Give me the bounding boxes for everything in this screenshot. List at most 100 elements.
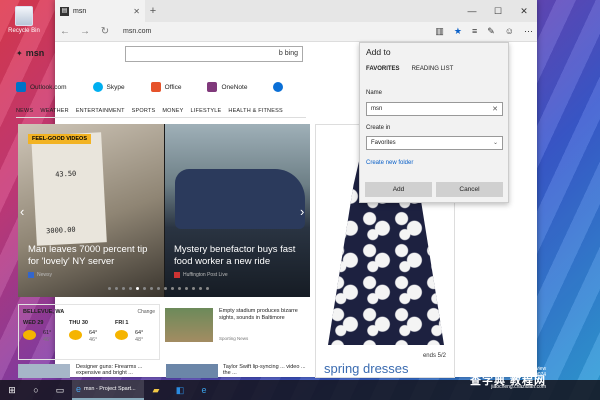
add-to-favorites-panel: Add to FAVORITES READING LIST Name msn ✕… [359, 42, 509, 203]
sun-cloud-icon [115, 330, 128, 340]
cat-money[interactable]: MONEY [162, 108, 183, 114]
recycle-bin-shortcut[interactable]: Recycle Bin [4, 6, 44, 34]
quick-link-onenote[interactable]: OneNote [207, 82, 247, 92]
cat-sports[interactable]: SPORTS [132, 108, 156, 114]
outlook-icon [16, 82, 26, 92]
sun-cloud-icon [23, 330, 36, 340]
office-icon [150, 82, 161, 92]
cat-weather[interactable]: WEATHER [40, 108, 69, 114]
create-in-select[interactable]: Favorites ⌄ [366, 136, 503, 150]
recycle-bin-label: Recycle Bin [8, 28, 40, 34]
news-source: Sporting News [219, 336, 249, 341]
task-view-icon[interactable]: ▭ [48, 385, 72, 396]
close-window-button[interactable]: ✕ [511, 6, 537, 17]
story2-headline[interactable]: Mystery benefactor buys fast food worker… [174, 244, 304, 268]
address-bar[interactable]: msn.com [123, 28, 151, 35]
navigation-bar: ← → ↻ msn.com ▥ ★ ≡ ✎ ☺ ⋯ [55, 22, 537, 42]
ie-icon[interactable]: e [192, 385, 216, 395]
news-thumbnail [166, 364, 218, 378]
story1-source: Newsy [28, 272, 52, 278]
story2-source: Huffington Post Live [174, 272, 228, 278]
chevron-left-icon[interactable]: ‹ [20, 204, 24, 219]
msn-logo[interactable]: ✦ msn [16, 48, 44, 58]
newsy-icon [28, 272, 34, 278]
tab-title: msn [73, 7, 87, 15]
create-new-folder-link[interactable]: Create new folder [366, 160, 413, 166]
quick-links: Outlook.com Skype Office OneNote [16, 82, 284, 92]
cat-lifestyle[interactable]: LIFESTYLE [191, 108, 222, 114]
maximize-button[interactable]: ☐ [485, 6, 511, 17]
close-tab-icon[interactable]: ✕ [133, 7, 140, 16]
carousel-dots[interactable] [108, 287, 209, 290]
msn-icon: ▤ [60, 6, 69, 16]
watermark: Windows Insider Preview Evaluation copy.… [470, 366, 547, 390]
cat-news[interactable]: NEWS [16, 108, 33, 114]
minimize-button[interactable]: — [459, 6, 485, 17]
quick-link-skype[interactable]: Skype [92, 82, 125, 92]
search-cortana-icon[interactable]: ○ [24, 385, 48, 395]
hub-icon[interactable]: ≡ [472, 26, 477, 37]
hero-tag[interactable]: FEEL-GOOD VIDEOS [28, 134, 92, 144]
web-note-icon[interactable]: ✎ [487, 26, 495, 37]
weather-card[interactable]: BELLEVUE, WA Change WED 29 61° 46° THU 3… [18, 304, 160, 360]
tab-msn[interactable]: ▤ msn ✕ [55, 0, 145, 22]
quick-link-office[interactable]: Office [150, 82, 181, 92]
file-explorer-icon[interactable]: ▰ [144, 385, 168, 396]
weather-day: THU 30 64° 46° [69, 320, 98, 343]
weather-day: FRI 1 64° 48° [115, 320, 144, 343]
onedrive-icon [273, 82, 284, 92]
add-button[interactable]: Add [365, 182, 432, 197]
ad-text: spring dresses [324, 361, 409, 376]
news-thumbnail [18, 364, 70, 378]
panel-title: Add to [366, 47, 391, 57]
name-field[interactable]: msn ✕ [366, 102, 503, 116]
car-image [175, 169, 305, 229]
chevron-down-icon: ⌄ [492, 140, 498, 146]
quick-link-onedrive[interactable] [273, 82, 284, 92]
receipt-image: 43.50 3000.00 [31, 132, 107, 246]
clear-icon[interactable]: ✕ [492, 105, 498, 113]
recycle-bin-icon [15, 6, 33, 26]
skype-icon [92, 82, 103, 92]
back-icon[interactable]: ← [59, 26, 71, 37]
tab-reading-list[interactable]: READING LIST [412, 66, 454, 72]
weather-location: BELLEVUE, WA [23, 309, 65, 315]
more-icon[interactable]: ⋯ [524, 26, 533, 37]
forward-icon[interactable]: → [79, 26, 91, 37]
chevron-right-icon[interactable]: › [300, 204, 304, 219]
news-card[interactable]: Empty stadium produces bizarre sights, s… [165, 304, 310, 352]
sun-cloud-icon [69, 330, 82, 340]
story1-headline[interactable]: Man leaves 7000 percent tip for 'lovely'… [28, 244, 158, 268]
store-icon[interactable]: ◧ [168, 385, 192, 396]
feedback-icon[interactable]: ☺ [505, 26, 514, 37]
hero-carousel[interactable]: 43.50 3000.00 FEEL-GOOD VIDEOS ‹ › Man l… [18, 124, 310, 297]
cat-entertainment[interactable]: ENTERTAINMENT [76, 108, 125, 114]
refresh-icon[interactable]: ↻ [99, 26, 111, 37]
weather-change-link[interactable]: Change [137, 309, 155, 315]
new-tab-button[interactable]: + [145, 5, 161, 17]
reading-view-icon[interactable]: ▥ [435, 26, 444, 37]
cancel-button[interactable]: Cancel [436, 182, 503, 197]
name-label: Name [366, 90, 383, 96]
tab-favorites[interactable]: FAVORITES [366, 66, 400, 72]
news-item[interactable]: Taylor Swift lip-syncing ... video ... t… [223, 364, 313, 376]
window-controls: — ☐ ✕ [459, 6, 537, 17]
onenote-icon [207, 82, 218, 92]
news-title: Empty stadium produces bizarre sights, s… [219, 308, 298, 321]
browser-icon: e [76, 384, 82, 394]
bing-search-button[interactable]: b bing [279, 50, 298, 57]
windows-start-icon[interactable]: ⊞ [0, 385, 24, 396]
ad-ends: ends 5/2 [422, 353, 446, 359]
taskbar-browser-app[interactable]: e msn - Project Spart... [72, 380, 144, 400]
toolbar-right: ▥ ★ ≡ ✎ ☺ ⋯ [435, 26, 533, 37]
search-input[interactable]: b bing [125, 46, 303, 62]
quick-link-outlook[interactable]: Outlook.com [16, 82, 67, 92]
tab-bar: ▤ msn ✕ + — ☐ ✕ [55, 0, 537, 22]
create-in-label: Create in [366, 125, 391, 131]
news-item[interactable]: Designer guns: Firearms ... expensive an… [76, 364, 166, 376]
cat-health[interactable]: HEALTH & FITNESS [228, 108, 282, 114]
stadium-image [165, 308, 213, 342]
butterfly-icon: ✦ [16, 48, 23, 58]
huffpost-icon [174, 272, 180, 278]
favorite-star-icon[interactable]: ★ [454, 26, 462, 37]
